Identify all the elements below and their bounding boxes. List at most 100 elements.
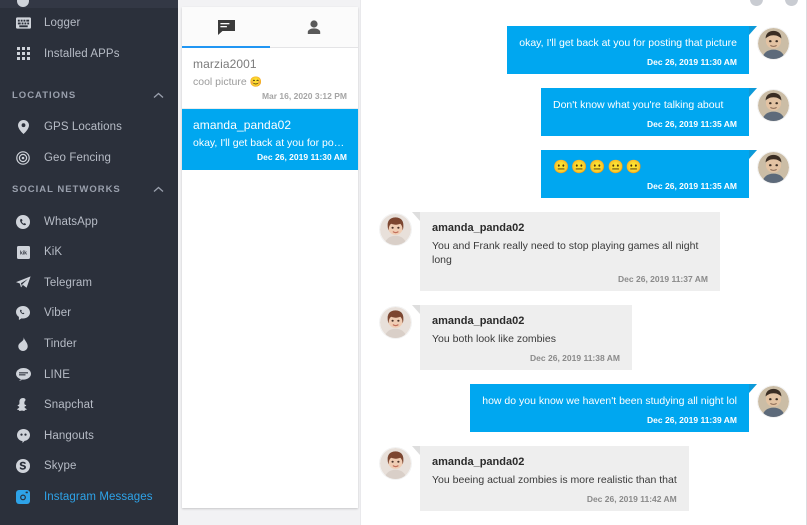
message-bubble[interactable]: Don't know what you're talking about Dec…: [541, 88, 757, 136]
message-sender: amanda_panda02: [432, 315, 525, 327]
app-root: Logger Installed APPs LOCATIONS GPS Loca…: [0, 0, 807, 525]
message-bubble[interactable]: amanda_panda02 You beeing actual zombies…: [412, 446, 689, 511]
list-item[interactable]: amanda_panda02 okay, I'll get back at yo…: [182, 109, 358, 170]
sidebar-item-installed-apps[interactable]: Installed APPs: [0, 39, 178, 70]
sidebar-item-telegram[interactable]: Telegram: [0, 268, 178, 299]
sidebar-item-geo-fencing[interactable]: Geo Fencing: [0, 143, 178, 174]
message-row-outgoing: Don't know what you're talking about Dec…: [378, 88, 789, 136]
message-text: how do you know we haven't been studying…: [482, 395, 737, 407]
message-bubble[interactable]: amanda_panda02 You both look like zombie…: [412, 305, 632, 370]
sidebar-item-label: GPS Locations: [44, 121, 123, 134]
message-text: You and Frank really need to stop playin…: [432, 240, 699, 266]
message-bubble[interactable]: amanda_panda02 You and Frank really need…: [412, 212, 720, 291]
message-time: Dec 26, 2019 11:38 AM: [530, 353, 620, 363]
conversation-tabs: [182, 7, 358, 48]
sidebar-item-line[interactable]: LINE: [0, 359, 178, 390]
window-control-dot[interactable]: [785, 0, 798, 6]
message-emoji-text: 😐😐😐😐😐: [553, 159, 644, 174]
message-row-outgoing: 😐😐😐😐😐 Dec 26, 2019 11:35 AM: [378, 150, 789, 198]
sidebar-item-viber[interactable]: Viber: [0, 298, 178, 329]
message-text: Don't know what you're talking about: [553, 99, 724, 111]
conversation-card: marzia2001 cool picture 😊 Mar 16, 2020 3…: [182, 7, 358, 508]
avatar: [380, 214, 411, 245]
message-time: Dec 26, 2019 11:37 AM: [618, 274, 708, 284]
message-bubble[interactable]: how do you know we haven't been studying…: [470, 384, 757, 432]
chat-bubble-icon: [217, 19, 235, 35]
smiley-emoji: 😊: [249, 77, 263, 88]
sidebar-item-tinder[interactable]: Tinder: [0, 329, 178, 360]
message-bubble[interactable]: okay, I'll get back at you for posting t…: [507, 26, 757, 74]
telegram-icon: [12, 274, 34, 292]
sidebar-item-label: Geo Fencing: [44, 152, 111, 165]
message-time: Dec 26, 2019 11:42 AM: [586, 494, 677, 504]
avatar: [758, 90, 789, 121]
list-item[interactable]: marzia2001 cool picture 😊 Mar 16, 2020 3…: [182, 48, 358, 109]
svg-text:kik: kik: [20, 250, 27, 256]
conversation-preview: okay, I'll get back at you for posting t…: [193, 137, 347, 149]
sidebar-item-instagram-messages[interactable]: Instagram Messages: [0, 482, 178, 513]
message-time: Dec 26, 2019 11:35 AM: [647, 119, 737, 129]
grid-apps-icon: [12, 45, 34, 63]
message-row-incoming: amanda_panda02 You both look like zombie…: [380, 305, 789, 370]
whatsapp-icon: [12, 213, 34, 231]
chevron-up-icon: [153, 92, 164, 99]
sidebar: Logger Installed APPs LOCATIONS GPS Loca…: [0, 0, 178, 525]
sidebar-item-whatsapp[interactable]: WhatsApp: [0, 206, 178, 237]
conversation-list: marzia2001 cool picture 😊 Mar 16, 2020 3…: [182, 48, 358, 170]
sidebar-item-partial-above[interactable]: [0, 0, 178, 8]
sidebar-item-label: WhatsApp: [44, 215, 98, 228]
sidebar-item-label: Telegram: [44, 276, 93, 289]
sidebar-item-logger[interactable]: Logger: [0, 8, 178, 39]
sidebar-item-label: Snapchat: [44, 399, 94, 412]
tinder-flame-icon: [12, 335, 34, 353]
sidebar-item-label: Hangouts: [44, 429, 95, 442]
sidebar-section-locations[interactable]: LOCATIONS: [0, 79, 178, 112]
message-time: Dec 26, 2019 11:35 AM: [647, 181, 737, 191]
sidebar-item-label: Installed APPs: [44, 47, 120, 60]
sidebar-item-snapchat[interactable]: Snapchat: [0, 390, 178, 421]
sidebar-item-label: Skype: [44, 460, 77, 473]
chevron-up-icon: [153, 186, 164, 193]
sidebar-item-label: LINE: [44, 368, 70, 381]
circle-icon: [12, 0, 34, 8]
window-control-dot[interactable]: [750, 0, 763, 6]
kik-icon: kik: [12, 243, 34, 261]
sidebar-item-skype[interactable]: Skype: [0, 451, 178, 482]
snapchat-ghost-icon: [12, 396, 34, 414]
hangouts-icon: [12, 427, 34, 445]
sidebar-item-label: Tinder: [44, 338, 77, 351]
person-icon: [307, 19, 321, 35]
conversation-time: Dec 26, 2019 11:30 AM: [257, 152, 347, 162]
message-bubble[interactable]: 😐😐😐😐😐 Dec 26, 2019 11:35 AM: [541, 150, 757, 198]
conversation-preview: cool picture 😊: [193, 76, 263, 88]
window-controls: [750, 0, 798, 6]
avatar: [380, 307, 411, 338]
conversation-name: amanda_panda02: [193, 118, 292, 132]
conversation-time: Mar 16, 2020 3:12 PM: [261, 91, 347, 101]
sidebar-item-label: Instagram Messages: [44, 491, 153, 504]
tab-contacts[interactable]: [270, 7, 358, 47]
avatar: [758, 386, 789, 417]
sidebar-item-kik[interactable]: kik KiK: [0, 237, 178, 268]
keyboard-icon: [12, 14, 34, 32]
sidebar-item-label: Viber: [44, 307, 72, 320]
tab-messages[interactable]: [182, 7, 270, 48]
skype-icon: [12, 457, 34, 475]
message-text: You both look like zombies: [432, 333, 556, 345]
message-text: okay, I'll get back at you for posting t…: [519, 37, 737, 49]
target-icon: [12, 149, 34, 167]
sidebar-item-label: Logger: [44, 17, 81, 30]
sidebar-item-hangouts[interactable]: Hangouts: [0, 421, 178, 452]
message-row-outgoing: how do you know we haven't been studying…: [378, 384, 789, 432]
viber-icon: [12, 304, 34, 322]
message-row-incoming: amanda_panda02 You beeing actual zombies…: [380, 446, 789, 511]
sidebar-section-label: SOCIAL NETWORKS: [12, 184, 121, 196]
conversation-list-panel: marzia2001 cool picture 😊 Mar 16, 2020 3…: [178, 0, 360, 525]
message-row-outgoing: okay, I'll get back at you for posting t…: [378, 26, 789, 74]
map-pin-icon: [12, 118, 34, 136]
sidebar-item-gps-locations[interactable]: GPS Locations: [0, 112, 178, 143]
sidebar-section-social-networks[interactable]: SOCIAL NETWORKS: [0, 173, 178, 206]
message-time: Dec 26, 2019 11:39 AM: [647, 415, 737, 425]
message-sender: amanda_panda02: [432, 222, 525, 234]
